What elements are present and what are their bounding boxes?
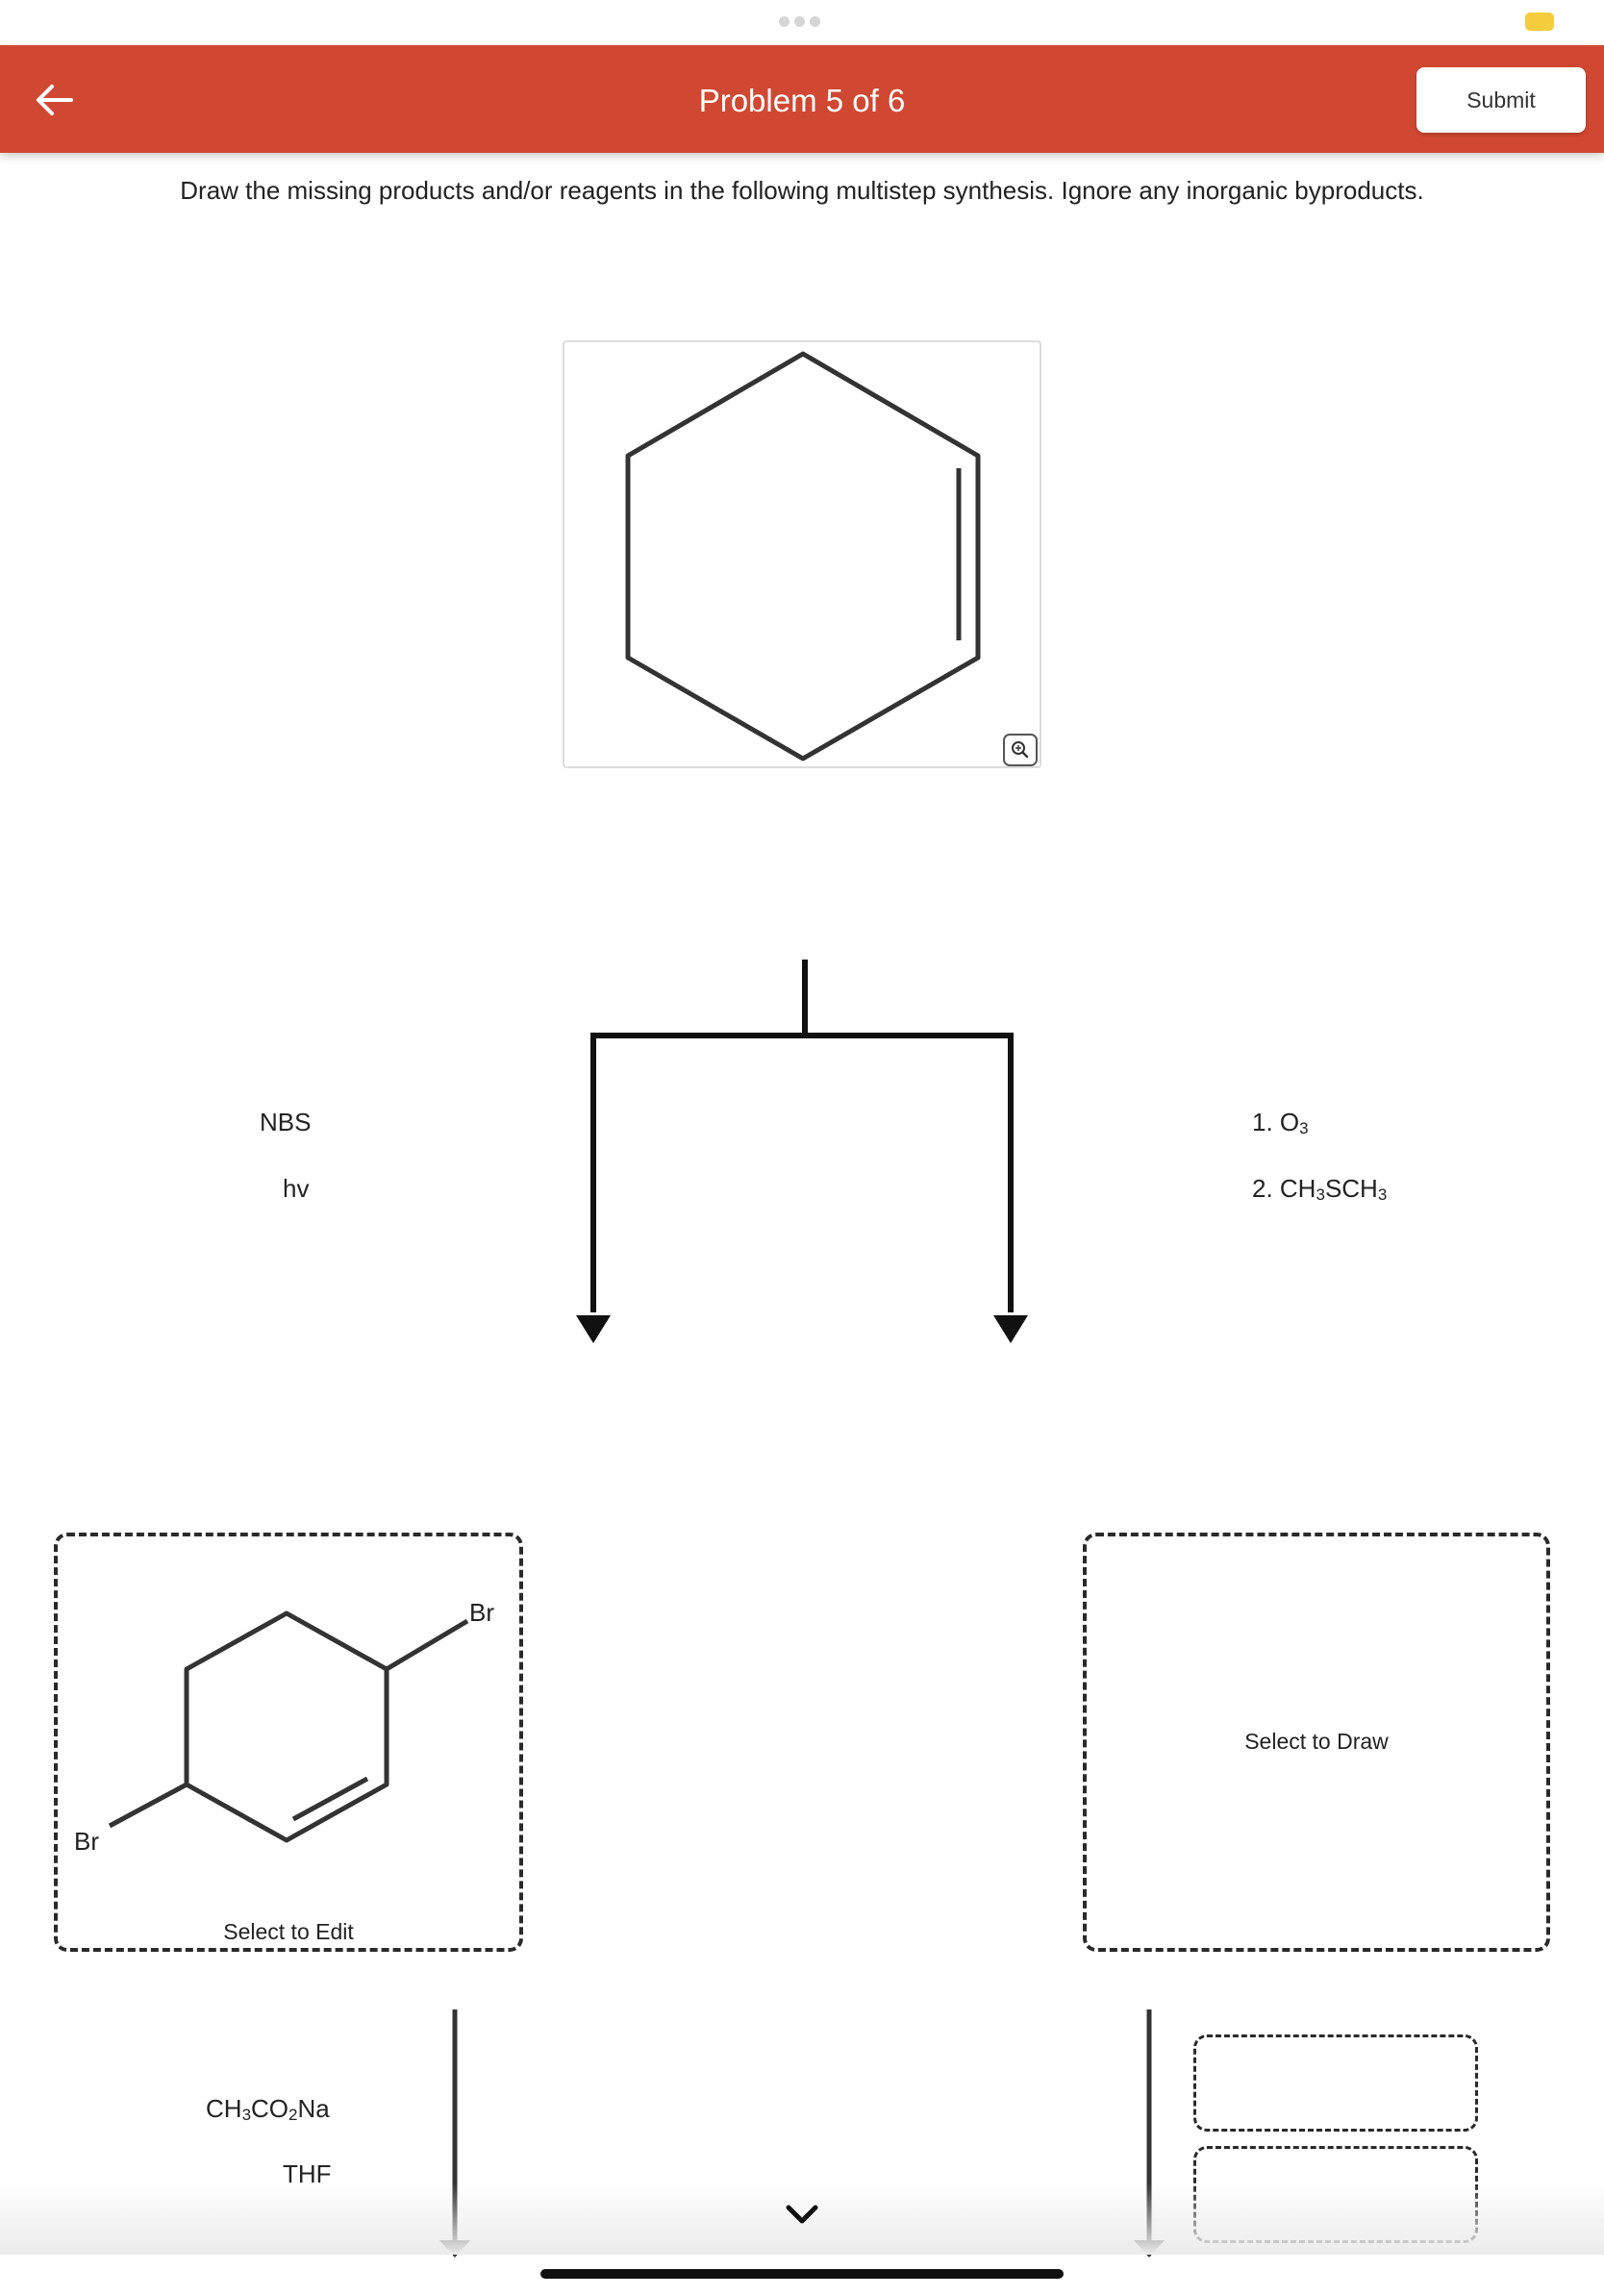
reagent-text: CH xyxy=(206,2094,242,2123)
branch-arrows xyxy=(576,960,1028,1343)
subscript: 3 xyxy=(1299,1119,1309,1137)
reagent-text: 2. CH xyxy=(1252,1174,1316,1203)
reagent-text: SCH xyxy=(1324,1174,1378,1203)
subscript: 3 xyxy=(1377,1185,1388,1204)
bromine-label: Br xyxy=(74,1827,99,1856)
submit-button[interactable]: Submit xyxy=(1416,67,1586,133)
reagent-text: 1. O xyxy=(1252,1108,1300,1136)
left-product-editor[interactable]: Br Br Select to Edit xyxy=(54,1533,523,1952)
reagent-text: NBS xyxy=(260,1108,312,1136)
page-title: Problem 5 of 6 xyxy=(698,83,906,118)
subscript: 3 xyxy=(241,2106,252,2124)
subscript: 3 xyxy=(1316,1185,1325,1204)
right-reagent-1: 1. O3 xyxy=(1252,1108,1309,1138)
zoom-icon[interactable] xyxy=(1003,734,1038,766)
multitasking-dots[interactable] xyxy=(779,16,823,27)
cyclohexene-structure xyxy=(625,351,981,761)
left-reagent-2: hv xyxy=(283,1174,309,1204)
reagent-text: hv xyxy=(283,1174,310,1203)
left-next-reagent-1: CH3CO2Na xyxy=(206,2094,330,2125)
reagent-text: Na xyxy=(297,2094,330,2123)
dibromocyclohexene-structure xyxy=(108,1610,469,1843)
right-product-drawing-area[interactable]: Select to Draw xyxy=(1083,1533,1550,1952)
starting-material-panel xyxy=(563,340,1041,768)
chevron-down-icon[interactable] xyxy=(783,2202,821,2229)
reagent-input-slot-1[interactable] xyxy=(1193,2034,1478,2132)
instructions-text: Draw the missing products and/or reagent… xyxy=(180,176,1424,205)
left-reagent-1: NBS xyxy=(260,1108,311,1137)
select-to-draw-label: Select to Draw xyxy=(1244,1729,1389,1754)
battery-icon xyxy=(1525,12,1554,31)
reagent-text: CO xyxy=(251,2094,289,2123)
subscript: 2 xyxy=(288,2106,298,2124)
home-indicator[interactable] xyxy=(540,2269,1064,2279)
select-to-edit-label: Select to Edit xyxy=(223,1919,354,1944)
right-reagent-2: 2. CH3SCH3 xyxy=(1252,1174,1387,1205)
bromine-label: Br xyxy=(469,1598,494,1627)
